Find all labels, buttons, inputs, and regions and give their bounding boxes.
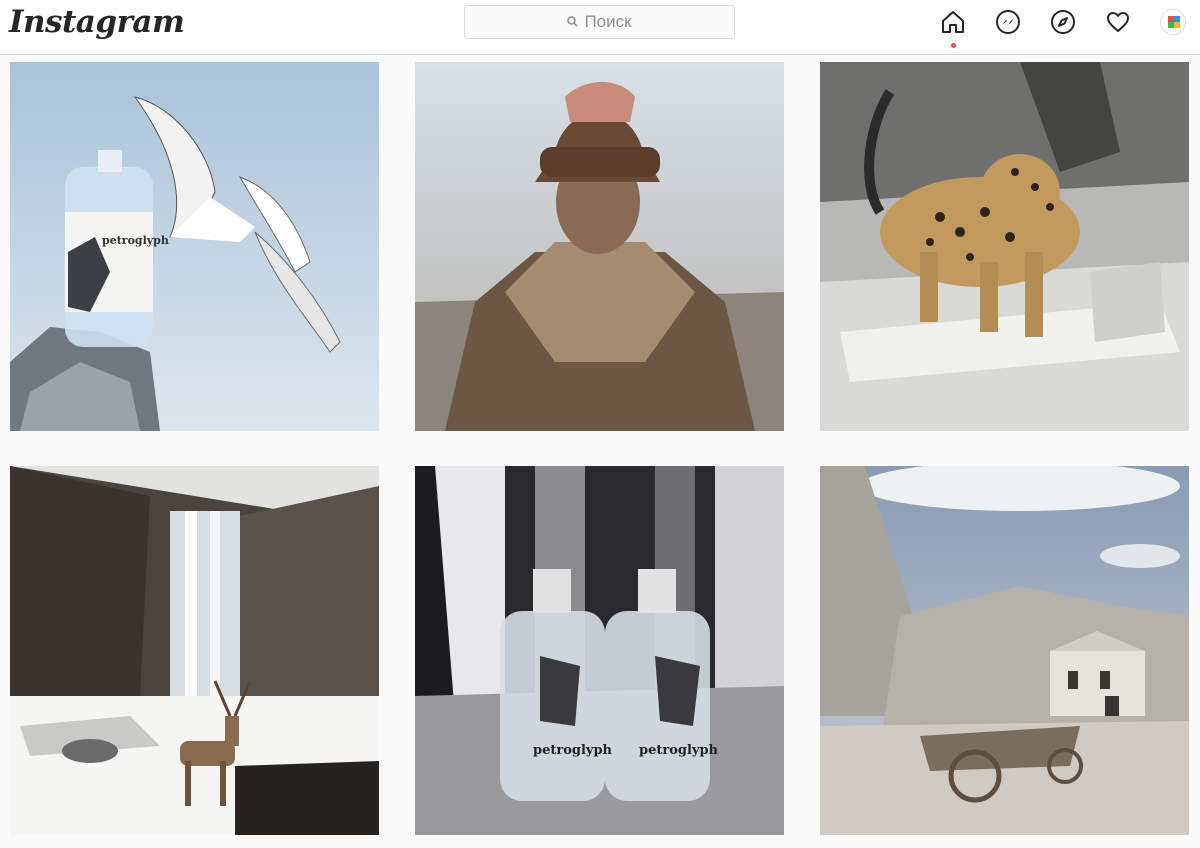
explore-icon[interactable] xyxy=(1049,8,1077,36)
active-tab-indicator xyxy=(951,43,956,48)
post-thumbnail[interactable] xyxy=(415,62,784,431)
heart-icon[interactable] xyxy=(1104,8,1132,36)
avatar[interactable] xyxy=(1160,9,1186,35)
instagram-logo[interactable]: Instagram xyxy=(9,4,185,40)
post-thumbnail[interactable] xyxy=(820,466,1189,835)
top-navigation-bar: Instagram Поиск xyxy=(0,0,1200,55)
bottle-label-left: petroglyph xyxy=(533,743,613,758)
search-icon xyxy=(567,12,578,32)
home-icon[interactable] xyxy=(939,8,967,36)
bottle-label-right: petroglyph xyxy=(639,743,719,758)
search-input[interactable]: Поиск xyxy=(464,5,735,39)
post-thumbnail[interactable]: petroglyph petroglyph xyxy=(415,466,784,835)
messenger-icon[interactable] xyxy=(994,8,1022,36)
search-placeholder: Поиск xyxy=(584,12,632,31)
post-thumbnail[interactable] xyxy=(10,466,379,835)
post-thumbnail[interactable] xyxy=(820,62,1189,431)
bottle-label: petroglyph xyxy=(102,234,169,247)
post-thumbnail[interactable]: petroglyph xyxy=(10,62,379,431)
